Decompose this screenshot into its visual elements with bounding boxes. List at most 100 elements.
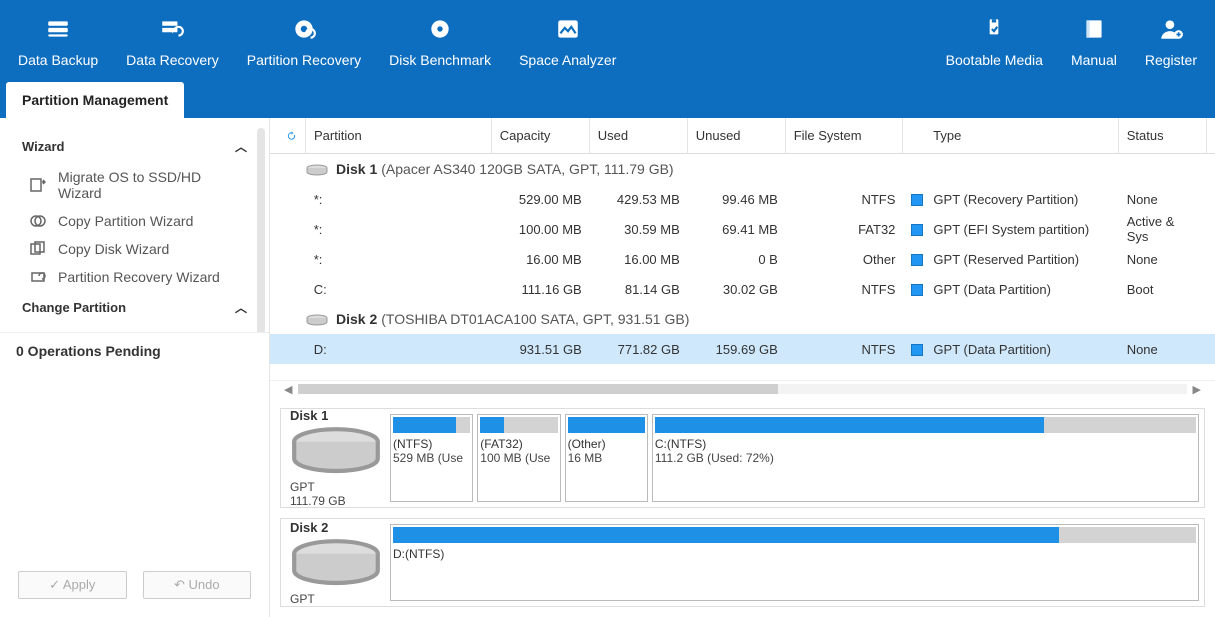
partition-row[interactable]: C:111.16 GB81.14 GB30.02 GBNTFSGPT (Data… [270,274,1215,304]
col-used[interactable]: Used [590,118,688,153]
part-label: C:(NTFS) [655,437,1196,451]
cell-status: Active & Sys [1119,214,1207,244]
cell-capacity: 16.00 MB [492,252,590,267]
part-size: 100 MB (Use [480,451,557,465]
diskmap-label: Disk 1GPT111.79 GB [286,414,386,503]
toolbar-space-analyzer[interactable]: Space Analyzer [505,0,630,80]
content-area: Partition Capacity Used Unused File Syst… [270,118,1215,617]
diskmap-disk-2: Disk 2GPTD:(NTFS) [280,518,1205,607]
register-icon [1158,16,1184,42]
disk-header-row[interactable]: Disk 1 (Apacer AS340 120GB SATA, GPT, 11… [270,154,1215,184]
cell-unused: 0 B [688,252,786,267]
type-badge-icon [911,254,923,266]
partition-row[interactable]: *:529.00 MB429.53 MB99.46 MBNTFSGPT (Rec… [270,184,1215,214]
sidebar-item-migrate-os-to-ssd-hd-wizard[interactable]: Migrate OS to SSD/HD Wizard [0,163,269,207]
toolbar-bootable-media[interactable]: Bootable Media [932,0,1057,80]
copy-partition-icon [30,213,46,229]
cell-partition: *: [306,252,492,267]
sidebar: Wizard ︿ Migrate OS to SSD/HD WizardCopy P… [0,118,270,617]
diskmap-partition[interactable]: (FAT32)100 MB (Use [477,414,560,503]
col-unused[interactable]: Unused [688,118,786,153]
cell-fs: NTFS [786,282,904,297]
top-toolbar: Data Backup Data Recovery Partition Recove… [0,0,1215,80]
diskmap-partition[interactable]: D:(NTFS) [390,524,1199,601]
partition-row[interactable]: D:931.51 GB771.82 GB159.69 GBNTFSGPT (Da… [270,334,1215,364]
toolbar-label: Register [1145,52,1197,68]
col-filesystem[interactable]: File System [786,118,903,153]
partition-recovery-small-icon [30,269,46,285]
col-status[interactable]: Status [1119,118,1207,153]
section-wizard[interactable]: Wizard ︿ [0,130,269,163]
part-label: (Other) [568,437,645,451]
cell-fs: FAT32 [786,222,904,237]
scroll-left-icon[interactable]: ◀ [278,383,298,396]
sidebar-item-copy-disk-wizard[interactable]: Copy Disk Wizard [0,235,269,263]
cell-status: Boot [1119,282,1207,297]
bootable-media-icon [981,16,1007,42]
cell-partition: *: [306,192,492,207]
col-type[interactable]: Type [903,118,1119,153]
cell-type: GPT (Data Partition) [903,282,1118,297]
tab-partition-management[interactable]: Partition Management [6,82,184,118]
space-analyzer-icon [555,16,581,42]
apply-button[interactable]: ✓ Apply [18,571,127,599]
cell-used: 429.53 MB [590,192,688,207]
disk-header-row[interactable]: Disk 2 (TOSHIBA DT01ACA100 SATA, GPT, 93… [270,304,1215,334]
toolbar-manual[interactable]: Manual [1057,0,1131,80]
cell-status: None [1119,342,1207,357]
diskmap-partition[interactable]: (NTFS)529 MB (Use [390,414,473,503]
type-badge-icon [911,194,923,206]
cell-unused: 99.46 MB [688,192,786,207]
toolbar-data-backup[interactable]: Data Backup [4,0,112,80]
partition-grid: Partition Capacity Used Unused File Syst… [270,118,1215,364]
data-backup-icon [45,16,71,42]
cell-type: GPT (Recovery Partition) [903,192,1118,207]
cell-unused: 30.02 GB [688,282,786,297]
cell-type: GPT (Reserved Partition) [903,252,1118,267]
refresh-icon[interactable] [278,118,306,153]
section-title: Wizard [22,139,65,154]
disk-icon [306,163,328,175]
tab-strip: Partition Management [0,80,1215,118]
cell-used: 771.82 GB [590,342,688,357]
toolbar-label: Partition Recovery [247,52,361,68]
disk-info: (TOSHIBA DT01ACA100 SATA, GPT, 931.51 GB… [381,311,689,327]
chevron-up-icon: ︿ [235,138,247,155]
col-capacity[interactable]: Capacity [492,118,590,153]
section-change-partition[interactable]: Change Partition︿ [0,291,269,324]
scroll-right-icon[interactable]: ▶ [1187,383,1207,396]
partition-recovery-icon [291,16,317,42]
toolbar-disk-benchmark[interactable]: Disk Benchmark [375,0,505,80]
toolbar-label: Disk Benchmark [389,52,491,68]
part-size: 16 MB [568,451,645,465]
toolbar-partition-recovery[interactable]: Partition Recovery [233,0,375,80]
cell-fs: Other [786,252,904,267]
horizontal-scrollbar[interactable]: ◀ ▶ [270,380,1215,398]
disk-benchmark-icon [427,16,453,42]
part-label: D:(NTFS) [393,547,1196,561]
partition-row[interactable]: *:16.00 MB16.00 MB0 BOtherGPT (Reserved … [270,244,1215,274]
cell-partition: *: [306,222,492,237]
diskmap-partition[interactable]: (Other)16 MB [565,414,648,503]
diskmap-disk-1: Disk 1GPT111.79 GB(NTFS)529 MB (Use(FAT3… [280,408,1205,509]
cell-used: 16.00 MB [590,252,688,267]
partition-row[interactable]: *:100.00 MB30.59 MB69.41 MBFAT32GPT (EFI… [270,214,1215,244]
sidebar-item-move-resize-partition[interactable]: Move/Resize Partition [0,324,269,332]
move-resize-icon [30,330,46,332]
toolbar-label: Bootable Media [946,52,1043,68]
operations-pending: 0 Operations Pending [0,332,269,369]
sidebar-item-copy-partition-wizard[interactable]: Copy Partition Wizard [0,207,269,235]
toolbar-register[interactable]: Register [1131,0,1211,80]
chevron-up-icon: ︿ [235,299,247,316]
toolbar-data-recovery[interactable]: Data Recovery [112,0,233,80]
col-partition[interactable]: Partition [306,118,492,153]
toolbar-label: Data Recovery [126,52,219,68]
sidebar-item-partition-recovery-wizard[interactable]: Partition Recovery Wizard [0,263,269,291]
migrate-os-icon [30,177,46,193]
disk-name: Disk 2 [336,311,377,327]
diskmap-partition[interactable]: C:(NTFS)111.2 GB (Used: 72%) [652,414,1199,503]
manual-icon [1081,16,1107,42]
undo-button[interactable]: ↶ Undo [143,571,252,599]
toolbar-label: Manual [1071,52,1117,68]
part-label: (NTFS) [393,437,470,451]
